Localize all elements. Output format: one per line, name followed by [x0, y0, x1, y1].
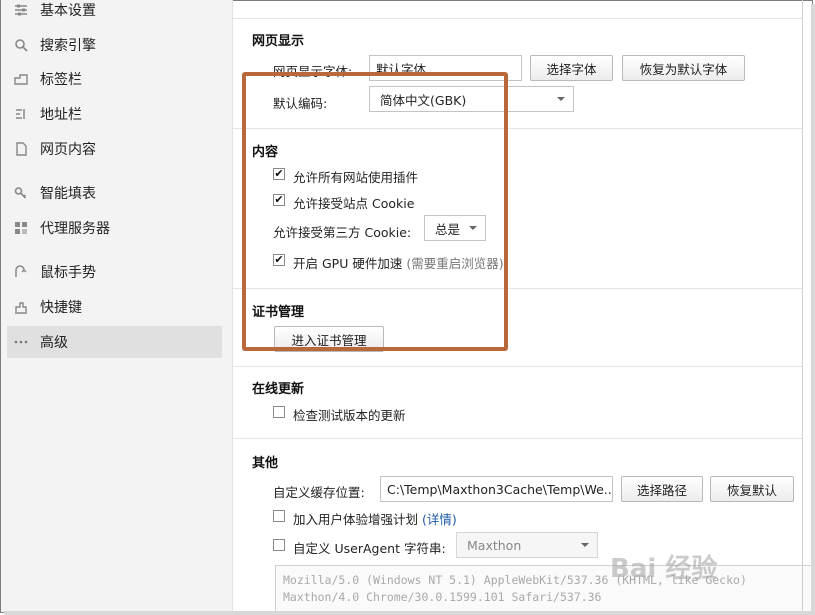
divider	[233, 438, 803, 439]
baidu-jingyan-watermark: Bai 经验	[610, 554, 718, 584]
sidebar-item-label: 基本设置	[40, 3, 96, 19]
gpu-label-text: 开启 GPU 硬件加速	[293, 256, 403, 271]
sidebar-item-label: 代理服务器	[40, 221, 110, 237]
section-title-update: 在线更新	[252, 382, 305, 397]
encoding-select-value: 简体中文(GBK)	[380, 92, 467, 108]
ux-plan-label: 加入用户体验增强计划 (详情)	[293, 509, 457, 528]
accept-cookie-label: 允许接受站点 Cookie	[293, 196, 415, 211]
gpu-restart-note: (需要重启浏览器)	[406, 256, 504, 271]
sidebar-item-basic[interactable]: 基本设置	[7, 0, 222, 26]
key-icon	[13, 185, 29, 201]
sidebar-item-label: 搜索引擎	[40, 38, 96, 54]
divider	[233, 288, 803, 289]
checkmark-icon: ✔	[274, 253, 284, 266]
address-bar-icon	[13, 106, 29, 122]
ua-select-value: Maxthon	[467, 537, 522, 553]
font-label: 网页显示字体:	[273, 64, 353, 79]
more-icon	[13, 334, 29, 350]
sidebar-item-search[interactable]: 搜索引擎	[7, 29, 222, 61]
accept-cookie-checkbox[interactable]: ✔	[273, 194, 285, 206]
ux-plan-text: 加入用户体验增强计划	[293, 512, 419, 527]
cache-location-label: 自定义缓存位置:	[273, 485, 365, 500]
font-field[interactable]: 默认字体	[369, 55, 522, 81]
ux-plan-checkbox[interactable]	[273, 510, 285, 522]
sidebar-item-address[interactable]: 地址栏	[7, 98, 222, 130]
sliders-icon	[13, 2, 29, 18]
ua-select[interactable]: Maxthon	[456, 532, 598, 558]
restore-default-button[interactable]: 恢复默认	[710, 476, 794, 502]
divider	[233, 18, 803, 19]
chevron-down-icon	[469, 226, 477, 230]
cache-path-field[interactable]: C:\Temp\Maxthon3Cache\Temp\We...	[380, 476, 613, 502]
restore-default-font-button[interactable]: 恢复为默认字体	[622, 55, 745, 81]
ua-string-textarea[interactable]: Mozilla/5.0 (Windows NT 5.1) AppleWebKit…	[275, 565, 815, 615]
sidebar-item-label: 标签栏	[40, 72, 82, 88]
gpu-acceleration-checkbox[interactable]: ✔	[273, 254, 285, 266]
frame-shadow	[4, 611, 815, 615]
settings-main: 网页显示 网页显示字体: 默认字体 选择字体 恢复为默认字体 默认编码: 简体中…	[233, 0, 815, 615]
sidebar-item-proxy[interactable]: 代理服务器	[7, 212, 222, 244]
divider	[233, 128, 803, 129]
ua-string-line: Maxthon/4.0 Chrome/30.0.1599.101 Safari/…	[283, 590, 602, 604]
chevron-down-icon	[581, 543, 589, 547]
sidebar-item-shortcut[interactable]: 快捷键	[7, 291, 222, 323]
sidebar-item-tabs[interactable]: 标签栏	[7, 63, 222, 95]
sidebar-item-label: 网页内容	[40, 142, 96, 158]
proxy-icon	[13, 220, 29, 236]
section-title-web-display: 网页显示	[252, 34, 305, 49]
frame-shadow	[811, 4, 815, 615]
sidebar-item-advanced[interactable]: 高级	[7, 326, 222, 358]
third-party-cookie-select[interactable]: 总是	[424, 215, 486, 241]
third-party-cookie-label: 允许接受第三方 Cookie:	[273, 225, 412, 240]
shortcut-icon	[13, 299, 29, 315]
sidebar-item-label: 鼠标手势	[40, 265, 96, 281]
check-beta-checkbox[interactable]	[273, 406, 285, 418]
ua-string-line: Mozilla/5.0 (Windows NT 5.1) AppleWebKit…	[283, 573, 747, 587]
page-icon	[13, 141, 29, 157]
check-beta-label: 检查测试版本的更新	[293, 408, 406, 423]
sidebar-item-mouse-gesture[interactable]: 鼠标手势	[7, 256, 222, 288]
sidebar-item-label: 快捷键	[40, 300, 82, 316]
divider	[233, 366, 803, 367]
tabs-icon	[13, 71, 29, 87]
gpu-acceleration-label: 开启 GPU 硬件加速 (需要重启浏览器)	[293, 253, 504, 272]
chevron-down-icon	[557, 97, 565, 101]
enter-cert-manager-button[interactable]: 进入证书管理	[274, 326, 384, 352]
sidebar-item-label: 智能填表	[40, 186, 96, 202]
allow-plugins-label: 允许所有网站使用插件	[293, 170, 419, 185]
choose-path-button[interactable]: 选择路径	[621, 476, 703, 502]
sidebar-item-page-content[interactable]: 网页内容	[7, 133, 222, 165]
section-title-cert: 证书管理	[252, 305, 305, 320]
checkmark-icon: ✔	[274, 193, 284, 206]
sidebar-item-label: 地址栏	[40, 107, 82, 123]
mouse-gesture-icon	[13, 264, 29, 280]
custom-ua-label: 自定义 UserAgent 字符串:	[293, 541, 446, 556]
content-edge	[802, 0, 803, 612]
sidebar-item-label: 高级	[40, 335, 68, 351]
encoding-select[interactable]: 简体中文(GBK)	[369, 86, 574, 112]
allow-plugins-checkbox[interactable]: ✔	[273, 168, 285, 180]
section-title-content: 内容	[252, 145, 279, 160]
search-icon	[13, 37, 29, 53]
sidebar-item-autofill[interactable]: 智能填表	[7, 177, 222, 209]
third-party-cookie-value: 总是	[435, 221, 461, 237]
custom-ua-checkbox[interactable]	[273, 539, 285, 551]
ux-plan-details-link[interactable]: (详情)	[422, 512, 457, 527]
encoding-label: 默认编码:	[273, 96, 328, 111]
section-title-other: 其他	[252, 456, 279, 471]
checkmark-icon: ✔	[274, 167, 284, 180]
settings-sidebar: 基本设置 搜索引擎 标签栏 地址栏 网页内容 智能填表 代理服务器 鼠标手势 快…	[1, 0, 233, 612]
choose-font-button[interactable]: 选择字体	[530, 55, 613, 81]
